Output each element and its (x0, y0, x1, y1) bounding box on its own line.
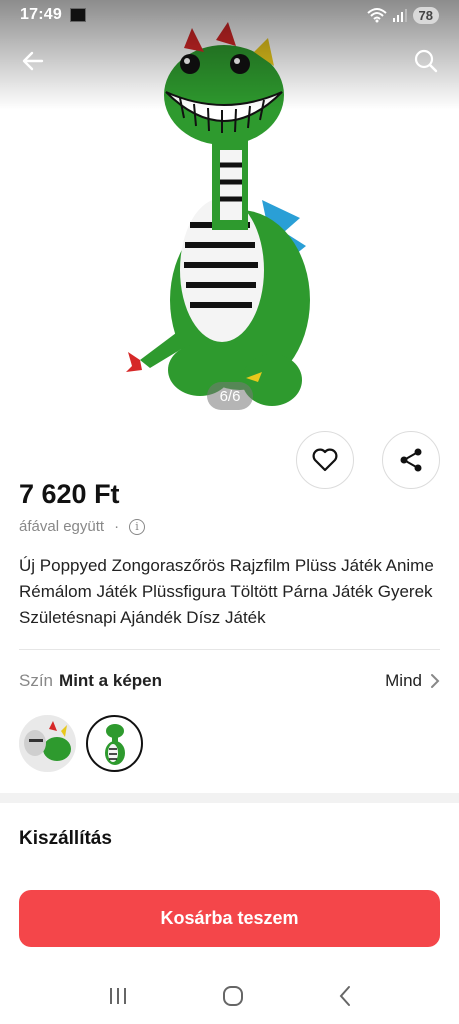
back-nav-icon[interactable] (338, 985, 352, 1007)
info-icon[interactable]: i (129, 518, 146, 535)
vat-separator: · (114, 518, 120, 535)
back-button[interactable] (16, 44, 50, 78)
variant-thumbnails (19, 715, 143, 772)
section-separator (0, 793, 459, 803)
variant-thumbnail[interactable] (19, 715, 76, 772)
show-all-variants[interactable]: Mind (385, 671, 440, 691)
search-button[interactable] (409, 44, 443, 78)
favorite-button[interactable] (296, 431, 354, 489)
recent-apps-icon[interactable] (107, 986, 129, 1006)
arrow-left-icon (22, 51, 44, 71)
add-to-cart-button[interactable]: Kosárba teszem (19, 890, 440, 947)
status-indicators: 78 (366, 6, 439, 24)
share-button[interactable] (382, 431, 440, 489)
vat-info: áfával együtt · i (19, 518, 146, 535)
status-time: 17:49 (20, 6, 62, 23)
chevron-right-icon (431, 674, 440, 688)
variant-image (105, 724, 125, 765)
heart-icon (312, 448, 338, 472)
variant-thumbnail-selected[interactable] (86, 715, 143, 772)
shipping-section-title[interactable]: Kiszállítás (19, 828, 112, 850)
signal-icon (392, 9, 407, 22)
search-icon (414, 49, 438, 73)
divider (19, 649, 440, 650)
notification-icon (69, 8, 86, 22)
vat-label: áfával együtt (19, 518, 105, 535)
home-icon[interactable] (222, 985, 244, 1007)
color-value: Mint a képen (59, 671, 162, 690)
wifi-icon (366, 8, 387, 23)
system-navigation-bar (0, 968, 459, 1024)
share-icon (400, 448, 422, 472)
color-label: Szín (19, 671, 54, 690)
product-title: Új Poppyed Zongoraszőrös Rajzfilm Plüss … (19, 556, 434, 627)
show-all-label: Mind (385, 671, 422, 690)
status-bar: 17:49 78 (0, 0, 459, 30)
product-price: 7 620 Ft (19, 479, 120, 509)
color-variant-row[interactable]: Szín Mint a képen Mind (19, 671, 440, 691)
gallery-pager: 6/6 (207, 382, 253, 410)
variant-image (19, 715, 76, 772)
product-image-gallery[interactable]: 6/6 (0, 0, 459, 420)
battery-indicator: 78 (412, 6, 439, 24)
